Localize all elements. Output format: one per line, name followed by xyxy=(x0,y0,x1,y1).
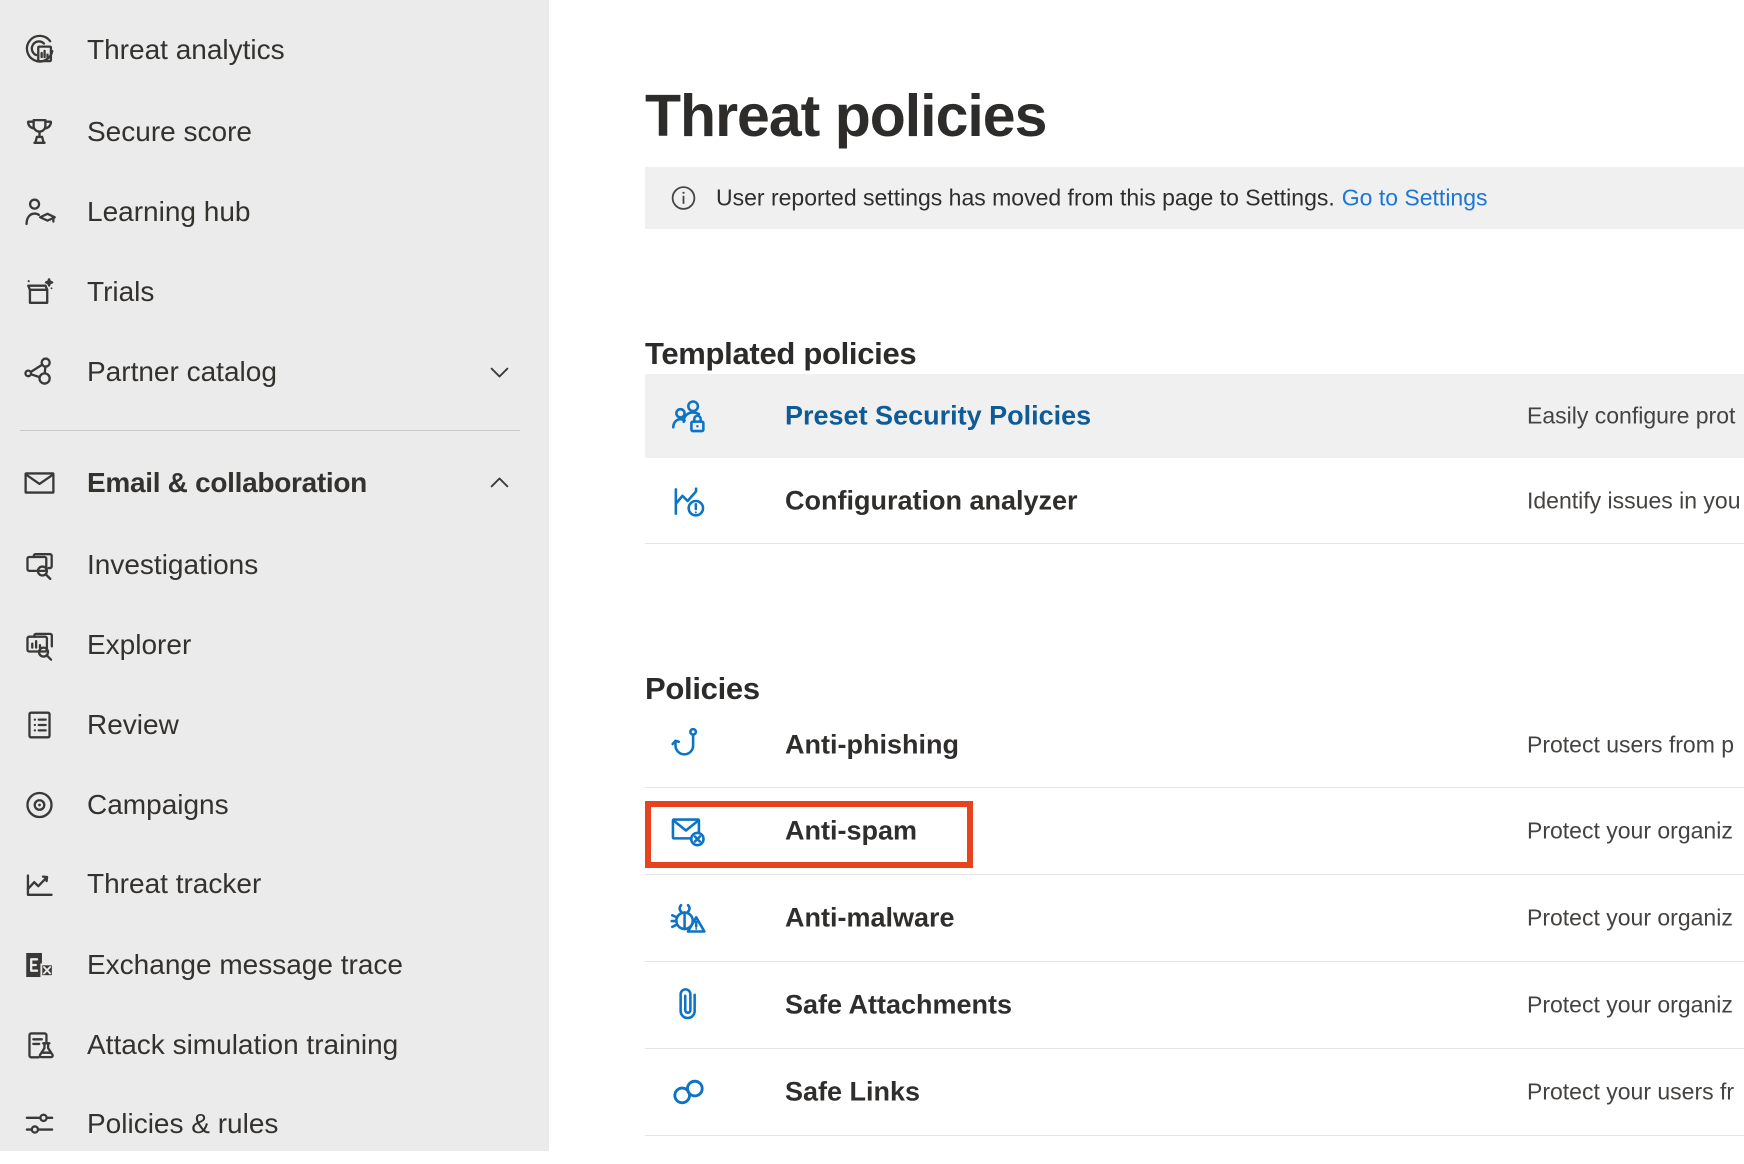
sidebar-item-label: Threat analytics xyxy=(87,34,285,66)
row-label[interactable]: Anti-malware xyxy=(785,903,955,934)
sidebar-section-divider xyxy=(20,430,520,431)
sidebar-item-label: Exchange message trace xyxy=(87,949,403,981)
investigations-icon xyxy=(21,547,58,584)
sidebar-item-label: Learning hub xyxy=(87,196,250,228)
sidebar-item-exchange-message-trace[interactable]: Exchange message trace xyxy=(0,925,549,1005)
chevron-up-icon[interactable] xyxy=(486,470,513,497)
row-description: Protect your organiz xyxy=(1527,905,1733,932)
threat-tracker-icon xyxy=(21,866,58,903)
sidebar-item-secure-score[interactable]: Secure score xyxy=(0,92,549,172)
sidebar-nav: Threat analytics Secure score Learning h… xyxy=(0,0,549,1151)
partner-catalog-icon xyxy=(21,354,58,391)
row-description: Easily configure prot xyxy=(1527,403,1735,430)
anti-malware-icon xyxy=(668,898,709,939)
review-icon xyxy=(21,707,58,744)
sidebar-item-review[interactable]: Review xyxy=(0,685,549,765)
sidebar-item-label: Investigations xyxy=(87,549,258,581)
sidebar-item-label: Email & collaboration xyxy=(87,467,367,499)
chevron-down-icon[interactable] xyxy=(486,359,513,386)
row-description: Protect your users fr xyxy=(1527,1079,1734,1106)
row-description: Protect your organiz xyxy=(1527,992,1733,1019)
sidebar-item-attack-simulation-training[interactable]: Attack simulation training xyxy=(0,1005,549,1085)
info-icon xyxy=(669,184,698,213)
sidebar-item-campaigns[interactable]: Campaigns xyxy=(0,765,549,845)
row-label[interactable]: Preset Security Policies xyxy=(785,401,1091,432)
sidebar-item-investigations[interactable]: Investigations xyxy=(0,525,549,605)
trials-icon xyxy=(21,274,58,311)
sidebar-item-label: Attack simulation training xyxy=(87,1029,398,1061)
exchange-message-trace-icon xyxy=(21,947,58,984)
sidebar-item-partner-catalog[interactable]: Partner catalog xyxy=(0,332,549,412)
row-anti-spam[interactable]: Anti-spam Protect your organiz xyxy=(645,788,1744,875)
learning-hub-icon xyxy=(21,194,58,231)
row-label[interactable]: Anti-phishing xyxy=(785,729,959,760)
page-title: Threat policies xyxy=(645,82,1046,150)
sidebar-item-explorer[interactable]: Explorer xyxy=(0,605,549,685)
row-label[interactable]: Safe Links xyxy=(785,1077,920,1108)
sidebar-item-label: Trials xyxy=(87,276,154,308)
row-label[interactable]: Anti-spam xyxy=(785,816,917,847)
sidebar-item-label: Explorer xyxy=(87,629,191,661)
sidebar-item-label: Policies & rules xyxy=(87,1108,278,1140)
go-to-settings-link[interactable]: Go to Settings xyxy=(1342,185,1488,211)
row-label[interactable]: Safe Attachments xyxy=(785,990,1012,1021)
sidebar-item-threat-tracker[interactable]: Threat tracker xyxy=(0,844,549,924)
attack-simulation-training-icon xyxy=(21,1027,58,1064)
row-anti-malware[interactable]: Anti-malware Protect your organiz xyxy=(645,875,1744,962)
row-configuration-analyzer[interactable]: Configuration analyzer Identify issues i… xyxy=(645,458,1744,544)
safe-attachments-icon xyxy=(668,985,709,1026)
anti-spam-icon xyxy=(668,811,709,852)
row-description: Protect your organiz xyxy=(1527,818,1733,845)
sidebar-item-learning-hub[interactable]: Learning hub xyxy=(0,172,549,252)
sidebar-item-threat-analytics[interactable]: Threat analytics xyxy=(0,10,549,90)
row-safe-links[interactable]: Safe Links Protect your users fr xyxy=(645,1049,1744,1136)
row-safe-attachments[interactable]: Safe Attachments Protect your organiz xyxy=(645,962,1744,1049)
row-label[interactable]: Configuration analyzer xyxy=(785,485,1078,516)
row-preset-security-policies[interactable]: Preset Security Policies Easily configur… xyxy=(645,374,1744,458)
campaigns-icon xyxy=(21,787,58,824)
row-anti-phishing[interactable]: Anti-phishing Protect users from p xyxy=(645,702,1744,788)
email-collaboration-icon xyxy=(21,465,58,502)
sidebar-item-email-collaboration[interactable]: Email & collaboration xyxy=(0,443,549,523)
sidebar-item-policies-rules[interactable]: Policies & rules xyxy=(0,1084,549,1164)
sidebar-item-label: Campaigns xyxy=(87,789,229,821)
row-description: Protect users from p xyxy=(1527,731,1734,758)
sidebar-item-label: Threat tracker xyxy=(87,868,261,900)
secure-score-icon xyxy=(21,114,58,151)
safe-links-icon xyxy=(668,1072,709,1113)
row-description: Identify issues in you xyxy=(1527,487,1741,514)
section-heading-templated-policies: Templated policies xyxy=(645,336,916,372)
sidebar-item-label: Review xyxy=(87,709,179,741)
sidebar-item-label: Secure score xyxy=(87,116,252,148)
policies-rules-icon xyxy=(21,1106,58,1143)
preset-security-policies-icon xyxy=(668,396,709,437)
sidebar-item-label: Partner catalog xyxy=(87,356,277,388)
info-banner: User reported settings has moved from th… xyxy=(645,167,1744,229)
sidebar-item-trials[interactable]: Trials xyxy=(0,252,549,332)
threat-analytics-icon xyxy=(21,32,58,69)
explorer-icon xyxy=(21,627,58,664)
anti-phishing-icon xyxy=(668,724,709,765)
banner-message-text: User reported settings has moved from th… xyxy=(716,185,1335,211)
configuration-analyzer-icon xyxy=(668,480,709,521)
banner-message: User reported settings has moved from th… xyxy=(716,185,1488,212)
